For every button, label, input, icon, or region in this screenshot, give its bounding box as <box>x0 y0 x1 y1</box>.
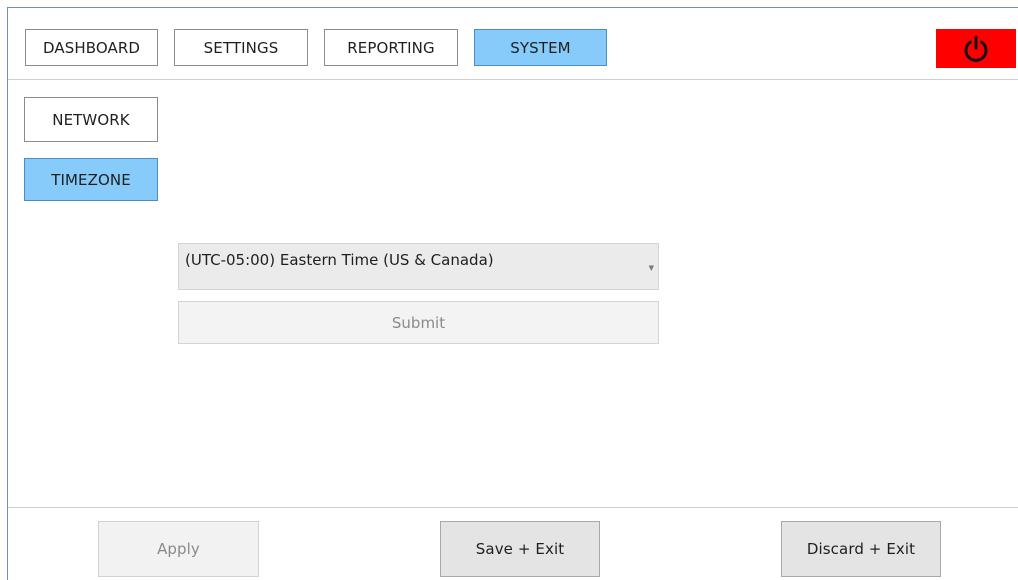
tab-reporting[interactable]: REPORTING <box>324 29 458 66</box>
timezone-select-value: (UTC-05:00) Eastern Time (US & Canada) <box>185 251 494 269</box>
timezone-select[interactable]: (UTC-05:00) Eastern Time (US & Canada) ▼ <box>178 243 659 290</box>
submit-button[interactable]: Submit <box>178 301 659 344</box>
window-frame <box>7 7 1018 580</box>
power-button[interactable] <box>936 29 1016 68</box>
save-exit-button[interactable]: Save + Exit <box>440 521 600 577</box>
tab-dashboard[interactable]: DASHBOARD <box>25 29 158 66</box>
sidebar-item-network[interactable]: NETWORK <box>24 97 158 142</box>
chevron-down-icon: ▼ <box>648 264 654 272</box>
apply-button[interactable]: Apply <box>98 521 259 577</box>
sidebar-item-timezone[interactable]: TIMEZONE <box>24 158 158 201</box>
discard-exit-button[interactable]: Discard + Exit <box>781 521 941 577</box>
power-icon <box>964 35 988 62</box>
tab-settings[interactable]: SETTINGS <box>174 29 308 66</box>
footer-divider <box>8 507 1018 508</box>
top-divider <box>8 79 1018 80</box>
tab-system[interactable]: SYSTEM <box>474 29 607 66</box>
